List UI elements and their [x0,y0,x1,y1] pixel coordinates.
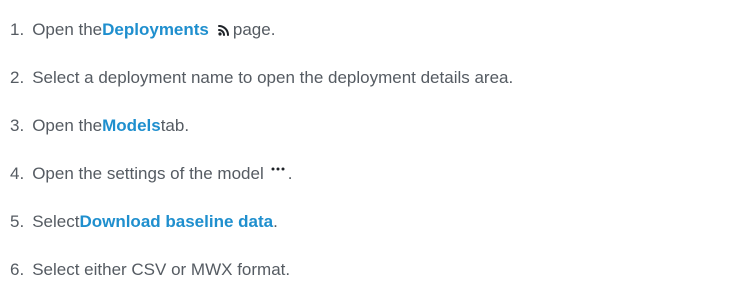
step-6: 6. Select either CSV or MWX format. [0,246,750,294]
step-text-after: page. [232,20,276,39]
models-tab-label: Models [102,116,161,135]
step-number: 2. [10,68,25,87]
more-options-icon [270,166,286,172]
step-text-before: Open the [32,20,103,39]
download-baseline-data-label: Download baseline data [79,212,274,231]
step-text-before: Select [32,212,80,231]
step-text-after: tab. [160,116,190,135]
step-2: 2. Select a deployment name to open the … [0,54,750,102]
step-text-after: . [287,164,293,183]
step-4: 4. Open the settings of the model . [0,150,750,198]
step-1: 1. Open the Deployments page. [0,6,750,54]
step-number: 1. [10,20,25,39]
step-text-after: . [273,212,278,231]
step-number: 4. [10,164,25,183]
step-3: 3. Open the Models tab. [0,102,750,150]
step-5: 5. Select Download baseline data . [0,198,750,246]
step-number: 5. [10,212,25,231]
step-text-before: Open the [32,116,103,135]
step-number: 3. [10,116,25,135]
deployments-label: Deployments [102,20,209,39]
step-text-before: Open the settings of the model [32,164,264,183]
step-text: Select either CSV or MWX format. [32,260,291,279]
step-number: 6. [10,260,25,279]
instruction-list: 1. Open the Deployments page. 2. Select … [0,6,750,294]
deployments-icon [217,23,231,37]
step-text: Select a deployment name to open the dep… [32,68,514,87]
